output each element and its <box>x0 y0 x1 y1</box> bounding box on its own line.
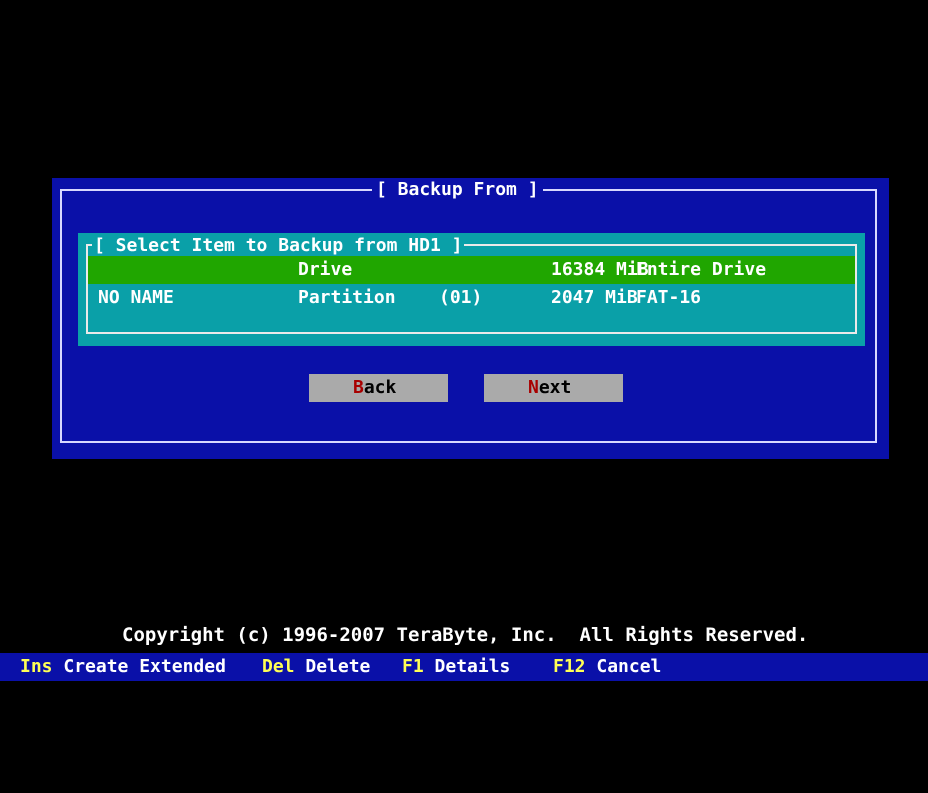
copyright-notice: Copyright (c) 1996-2007 TeraByte, Inc. A… <box>122 624 809 646</box>
next-button[interactable]: Next <box>484 374 623 402</box>
item-description: FAT-16 <box>636 287 702 308</box>
shortcut-f1[interactable]: F1 Details <box>402 653 510 681</box>
item-size: 16384 MiB <box>551 259 649 280</box>
list-item-partition[interactable]: NO NAME Partition (01) 2047 MiB FAT-16 <box>88 284 855 312</box>
item-name: NO NAME <box>98 287 174 308</box>
item-size: 2047 MiB <box>551 287 638 308</box>
list-item-drive[interactable]: Drive 16384 MiB Entire Drive <box>88 256 855 284</box>
shortcut-key: F1 <box>402 656 424 677</box>
item-type: Partition <box>298 287 396 308</box>
shortcut-label: Create Extended <box>63 656 226 677</box>
item-type: Drive <box>298 259 353 280</box>
back-button[interactable]: Back <box>309 374 448 402</box>
shortcut-label: Details <box>434 656 511 677</box>
panel-title: [ Select Item to Backup from HD1 ] <box>92 235 465 257</box>
status-bar: Ins Create Extended Del Delete F1 Detail… <box>0 653 928 681</box>
item-number: (01) <box>439 287 483 308</box>
shortcut-label: Cancel <box>596 656 662 677</box>
shortcut-key: Ins <box>20 656 53 677</box>
shortcut-key: Del <box>262 656 295 677</box>
shortcut-label: Delete <box>305 656 371 677</box>
backup-from-dialog: [ Backup From ] [ Select Item to Backup … <box>52 178 889 459</box>
next-hotkey: N <box>528 377 539 398</box>
select-item-panel: [ Select Item to Backup from HD1 ] Drive… <box>78 233 865 346</box>
back-hotkey: B <box>353 377 364 398</box>
shortcut-f12[interactable]: F12 Cancel <box>553 653 661 681</box>
shortcut-key: F12 <box>553 656 586 677</box>
dialog-title: [ Backup From ] <box>372 178 543 202</box>
shortcut-del[interactable]: Del Delete <box>262 653 370 681</box>
back-label: ack <box>363 377 397 398</box>
item-description: Entire Drive <box>636 259 767 280</box>
next-label: ext <box>538 377 572 398</box>
shortcut-ins[interactable]: Ins Create Extended <box>20 653 226 681</box>
